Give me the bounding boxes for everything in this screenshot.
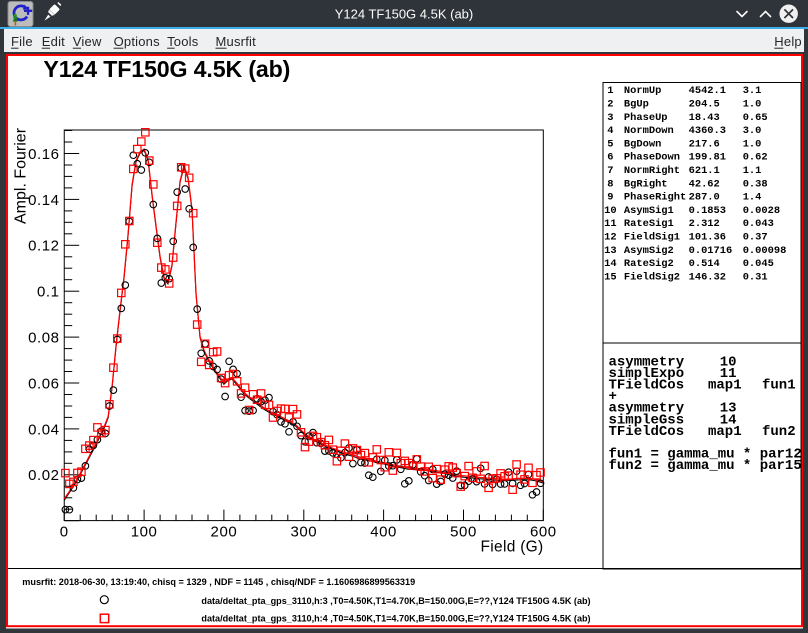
svg-text:1: 1 <box>607 85 613 97</box>
svg-text:NormRight: NormRight <box>624 165 680 177</box>
svg-text:101.36: 101.36 <box>689 232 726 244</box>
svg-text:musrfit: 2018-06-30, 13:19:40,: musrfit: 2018-06-30, 13:19:40, chisq = 1… <box>22 577 415 587</box>
svg-text:146.32: 146.32 <box>689 271 726 283</box>
svg-text:map1: map1 <box>708 424 742 440</box>
svg-text:PhaseDown: PhaseDown <box>624 152 680 164</box>
svg-text:1.4: 1.4 <box>743 192 762 204</box>
svg-text:0.01716: 0.01716 <box>689 245 733 257</box>
svg-text:200: 200 <box>211 523 238 540</box>
svg-text:Ampl. Fourier: Ampl. Fourier <box>12 127 29 224</box>
svg-text:data/deltat_pta_gps_3110,h:4 ,: data/deltat_pta_gps_3110,h:4 ,T0=4.50K,T… <box>201 614 590 624</box>
svg-text:FieldSig2: FieldSig2 <box>624 271 680 283</box>
svg-text:13: 13 <box>604 245 616 257</box>
svg-text:Musrfit: Musrfit <box>216 34 257 49</box>
svg-text:500: 500 <box>450 523 477 540</box>
svg-text:2.312: 2.312 <box>689 218 720 230</box>
svg-text:12: 12 <box>604 232 616 244</box>
svg-text:0.1853: 0.1853 <box>689 205 726 217</box>
svg-text:0.14: 0.14 <box>28 192 59 209</box>
svg-text:199.81: 199.81 <box>689 152 726 164</box>
svg-text:0.37: 0.37 <box>743 232 768 244</box>
svg-text:2: 2 <box>607 99 613 111</box>
svg-text:0.1: 0.1 <box>37 284 60 301</box>
svg-text:3.0: 3.0 <box>743 125 762 137</box>
svg-text:NormDown: NormDown <box>624 125 674 137</box>
svg-text:PhaseRight: PhaseRight <box>624 192 686 204</box>
svg-text:14: 14 <box>604 258 616 270</box>
svg-text:287.0: 287.0 <box>689 192 720 204</box>
svg-text:0.00098: 0.00098 <box>743 245 787 257</box>
svg-text:300: 300 <box>290 523 317 540</box>
svg-text:0.0028: 0.0028 <box>743 205 780 217</box>
svg-text:217.6: 217.6 <box>689 138 720 150</box>
svg-text:3.1: 3.1 <box>743 85 762 97</box>
svg-text:11: 11 <box>604 218 616 230</box>
svg-text:RateSig1: RateSig1 <box>624 218 674 230</box>
svg-text:0.16: 0.16 <box>28 146 59 163</box>
svg-text:6: 6 <box>607 152 613 164</box>
svg-text:map1: map1 <box>708 378 742 394</box>
svg-text:Options: Options <box>114 34 161 49</box>
svg-text:0.045: 0.045 <box>743 258 774 270</box>
svg-text:0.08: 0.08 <box>28 330 59 347</box>
svg-text:3: 3 <box>607 112 613 124</box>
svg-text:0.514: 0.514 <box>689 258 720 270</box>
svg-text:NormUp: NormUp <box>624 85 661 97</box>
svg-text:BgUp: BgUp <box>624 99 649 111</box>
svg-text:18.43: 18.43 <box>689 112 720 124</box>
svg-text:1.1: 1.1 <box>743 165 762 177</box>
svg-text:data/deltat_pta_gps_3110,h:3 ,: data/deltat_pta_gps_3110,h:3 ,T0=4.50K,T… <box>201 596 590 606</box>
svg-text:1.0: 1.0 <box>743 99 762 111</box>
svg-text:0.65: 0.65 <box>743 112 768 124</box>
svg-text:0.62: 0.62 <box>743 152 768 164</box>
svg-text:4360.3: 4360.3 <box>689 125 726 137</box>
svg-text:204.5: 204.5 <box>689 99 720 111</box>
svg-text:0.04: 0.04 <box>28 421 59 438</box>
svg-text:fun2: fun2 <box>762 424 796 440</box>
svg-text:15: 15 <box>604 271 616 283</box>
svg-text:AsymSig1: AsymSig1 <box>624 205 674 217</box>
svg-text:Field (G): Field (G) <box>481 538 544 555</box>
svg-text:7: 7 <box>607 165 613 177</box>
svg-text:0.02: 0.02 <box>28 467 59 484</box>
svg-text:Y124 TF150G 4.5K (ab): Y124 TF150G 4.5K (ab) <box>43 56 290 82</box>
svg-text:100: 100 <box>131 523 158 540</box>
svg-text:FieldSig1: FieldSig1 <box>624 232 680 244</box>
svg-text:5: 5 <box>607 138 613 150</box>
svg-text:4: 4 <box>607 125 613 137</box>
svg-text:Edit: Edit <box>42 34 65 49</box>
svg-text:0: 0 <box>60 523 69 540</box>
svg-text:TFieldCos: TFieldCos <box>609 378 685 394</box>
svg-text:4542.1: 4542.1 <box>689 85 726 97</box>
svg-text:PhaseUp: PhaseUp <box>624 112 668 124</box>
svg-text:Help: Help <box>774 34 802 49</box>
svg-text:fun1: fun1 <box>762 378 796 394</box>
svg-text:RateSig2: RateSig2 <box>624 258 674 270</box>
svg-text:0.043: 0.043 <box>743 218 774 230</box>
svg-text:0.12: 0.12 <box>28 238 59 255</box>
svg-text:View: View <box>73 34 102 49</box>
svg-text:File: File <box>11 34 33 49</box>
svg-text:0.38: 0.38 <box>743 178 768 190</box>
svg-text:1.0: 1.0 <box>743 138 762 150</box>
svg-text:fun2 = gamma_mu * par15: fun2 = gamma_mu * par15 <box>609 458 802 474</box>
svg-text:BgRight: BgRight <box>624 178 668 190</box>
svg-text:Tools: Tools <box>167 34 199 49</box>
svg-text:621.1: 621.1 <box>689 165 720 177</box>
svg-text:Y124 TF150G 4.5K (ab): Y124 TF150G 4.5K (ab) <box>335 7 474 22</box>
svg-text:10: 10 <box>604 205 616 217</box>
svg-text:9: 9 <box>607 192 613 204</box>
svg-text:AsymSig2: AsymSig2 <box>624 245 674 257</box>
svg-text:0.31: 0.31 <box>743 271 768 283</box>
svg-text:BgDown: BgDown <box>624 138 661 150</box>
svg-text:42.62: 42.62 <box>689 178 720 190</box>
svg-text:0.06: 0.06 <box>28 375 59 392</box>
svg-text:400: 400 <box>370 523 397 540</box>
svg-text:TFieldCos: TFieldCos <box>609 424 685 440</box>
svg-text:8: 8 <box>607 178 613 190</box>
